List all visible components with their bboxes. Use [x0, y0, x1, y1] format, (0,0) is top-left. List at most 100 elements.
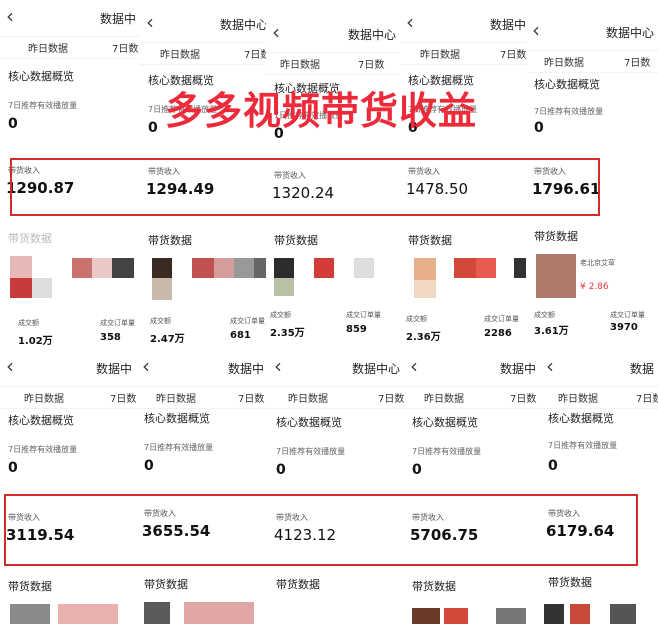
- back-arrow-icon[interactable]: ‹: [142, 356, 150, 376]
- rec-play-value: 0: [144, 458, 154, 474]
- product-thumbnail[interactable]: [10, 278, 32, 298]
- product-thumbnail[interactable]: [314, 258, 334, 278]
- goods-title: 带货数据: [412, 580, 456, 593]
- header: ‹ 数据中: [0, 0, 140, 37]
- product-thumbnail[interactable]: [144, 602, 170, 624]
- orders-label: 成交订单量: [484, 315, 519, 323]
- back-arrow-icon[interactable]: ‹: [272, 22, 280, 42]
- income-highlight-top: [10, 158, 600, 216]
- tab-7days[interactable]: 7日数: [636, 390, 658, 405]
- tab-yesterday[interactable]: 昨日数据: [156, 390, 196, 405]
- orders-value: 358: [100, 332, 121, 343]
- tab-yesterday[interactable]: 昨日数据: [28, 40, 68, 55]
- back-arrow-icon[interactable]: ‹: [274, 356, 282, 376]
- orders-value: 3970: [610, 322, 638, 333]
- product-thumbnail[interactable]: [544, 604, 564, 624]
- tab-yesterday[interactable]: 昨日数据: [544, 54, 584, 69]
- gmv-value: 2.36万: [406, 332, 441, 343]
- goods-title: 带货数据: [8, 232, 52, 245]
- product-thumbnail[interactable]: [570, 604, 590, 624]
- product-thumbnail[interactable]: [414, 258, 436, 280]
- back-arrow-icon[interactable]: ‹: [6, 356, 14, 376]
- product-thumbnail[interactable]: [234, 258, 254, 278]
- tab-7days[interactable]: 7日数: [624, 54, 650, 69]
- tab-7days[interactable]: 7日数: [238, 390, 264, 405]
- goods-title: 带货数据: [534, 230, 578, 243]
- orders-label: 成交订单量: [230, 317, 265, 325]
- screenshot-panel-10: ‹ 数据 昨日数据 7日数 核心数据概览 7日推荐有效播放量 0 带货收入 61…: [540, 350, 658, 624]
- product-thumbnail[interactable]: [58, 604, 118, 624]
- product-thumbnail[interactable]: [10, 256, 32, 278]
- product-thumbnail[interactable]: [412, 608, 440, 624]
- product-thumbnail[interactable]: [10, 604, 50, 624]
- product-thumbnail[interactable]: [72, 258, 92, 278]
- tab-yesterday[interactable]: 昨日数据: [280, 56, 320, 71]
- back-arrow-icon[interactable]: ‹: [410, 356, 418, 376]
- product-thumbnail[interactable]: [476, 258, 496, 278]
- product-thumbnail[interactable]: [274, 278, 294, 296]
- tab-bar: 昨日数据 7日数: [526, 50, 658, 73]
- tab-7days[interactable]: 7日数: [378, 390, 404, 405]
- rec-play-value: 0: [534, 120, 544, 136]
- product-thumbnail[interactable]: [112, 258, 134, 278]
- back-arrow-icon[interactable]: ‹: [6, 6, 14, 26]
- tab-7days[interactable]: 7日数: [358, 56, 384, 71]
- goods-title: 带货数据: [274, 234, 318, 247]
- back-arrow-icon[interactable]: ‹: [406, 12, 414, 32]
- page-title: 数据中: [95, 362, 132, 376]
- tab-yesterday[interactable]: 昨日数据: [420, 46, 460, 61]
- back-arrow-icon[interactable]: ‹: [532, 20, 540, 40]
- gmv-value: 3.61万: [534, 326, 569, 337]
- tab-yesterday[interactable]: 昨日数据: [160, 46, 200, 61]
- rec-play-value: 0: [8, 116, 18, 132]
- core-overview-title: 核心数据概览: [548, 412, 614, 425]
- orders-value: 859: [346, 324, 367, 335]
- tab-bar: 昨日数据 7日数: [0, 36, 140, 59]
- back-arrow-icon[interactable]: ‹: [546, 356, 554, 376]
- product-thumbnail[interactable]: [454, 258, 476, 278]
- goods-title: 带货数据: [548, 576, 592, 589]
- product-thumbnail[interactable]: [152, 258, 172, 278]
- tab-7days[interactable]: 7日数: [112, 40, 138, 55]
- product-thumbnail[interactable]: [92, 258, 112, 278]
- product-thumbnail[interactable]: [32, 278, 52, 298]
- tab-yesterday[interactable]: 昨日数据: [288, 390, 328, 405]
- goods-title: 带货数据: [276, 578, 320, 591]
- rec-play-label: 7日推荐有效播放量: [276, 447, 346, 456]
- gmv-value: 2.47万: [150, 334, 185, 345]
- tab-7days[interactable]: 7日数: [110, 390, 136, 405]
- tab-yesterday[interactable]: 昨日数据: [424, 390, 464, 405]
- product-thumbnail[interactable]: [184, 602, 254, 624]
- page-title: 数据中心: [605, 26, 654, 40]
- rec-play-value: 0: [548, 458, 558, 474]
- product-thumbnail[interactable]: [152, 278, 172, 300]
- page-title: 数据中心: [351, 362, 400, 376]
- back-arrow-icon[interactable]: ‹: [146, 12, 154, 32]
- product-thumbnail[interactable]: [354, 258, 374, 278]
- product-thumbnail[interactable]: [274, 258, 294, 278]
- product-thumbnail[interactable]: [496, 608, 526, 624]
- tab-7days[interactable]: 7日数: [510, 390, 536, 405]
- rec-play-label: 7日推荐有效播放量: [144, 443, 214, 452]
- tab-yesterday[interactable]: 昨日数据: [24, 390, 64, 405]
- gmv-label: 成交额: [406, 315, 427, 323]
- core-overview-title: 核心数据概览: [8, 70, 74, 83]
- product-thumbnail[interactable]: [444, 608, 468, 624]
- screenshot-panel-6: ‹ 数据中 昨日数据 7日数 核心数据概览 7日推荐有效播放量 0 带货收入 3…: [0, 350, 136, 624]
- orders-label: 成交订单量: [100, 319, 135, 327]
- product-thumbnail[interactable]: [214, 258, 234, 278]
- goods-title: 带货数据: [144, 578, 188, 591]
- product-thumbnail[interactable]: [536, 254, 576, 298]
- income-highlight-bottom: [4, 494, 638, 566]
- page-title: 数据中心: [347, 28, 396, 42]
- orders-label: 成交订单量: [610, 311, 645, 319]
- header: ‹ 数据: [540, 350, 658, 387]
- page-title: 数据: [629, 362, 654, 376]
- product-thumbnail[interactable]: [414, 280, 436, 298]
- product-thumbnail[interactable]: [610, 604, 636, 624]
- goods-title: 带货数据: [8, 580, 52, 593]
- tab-yesterday[interactable]: 昨日数据: [558, 390, 598, 405]
- tab-7days[interactable]: 7日数: [500, 46, 526, 61]
- product-thumbnail[interactable]: [192, 258, 214, 278]
- screenshot-panel-8: ‹ 数据中心 昨日数据 7日数 核心数据概览 7日推荐有效播放量 0 带货收入 …: [268, 350, 404, 624]
